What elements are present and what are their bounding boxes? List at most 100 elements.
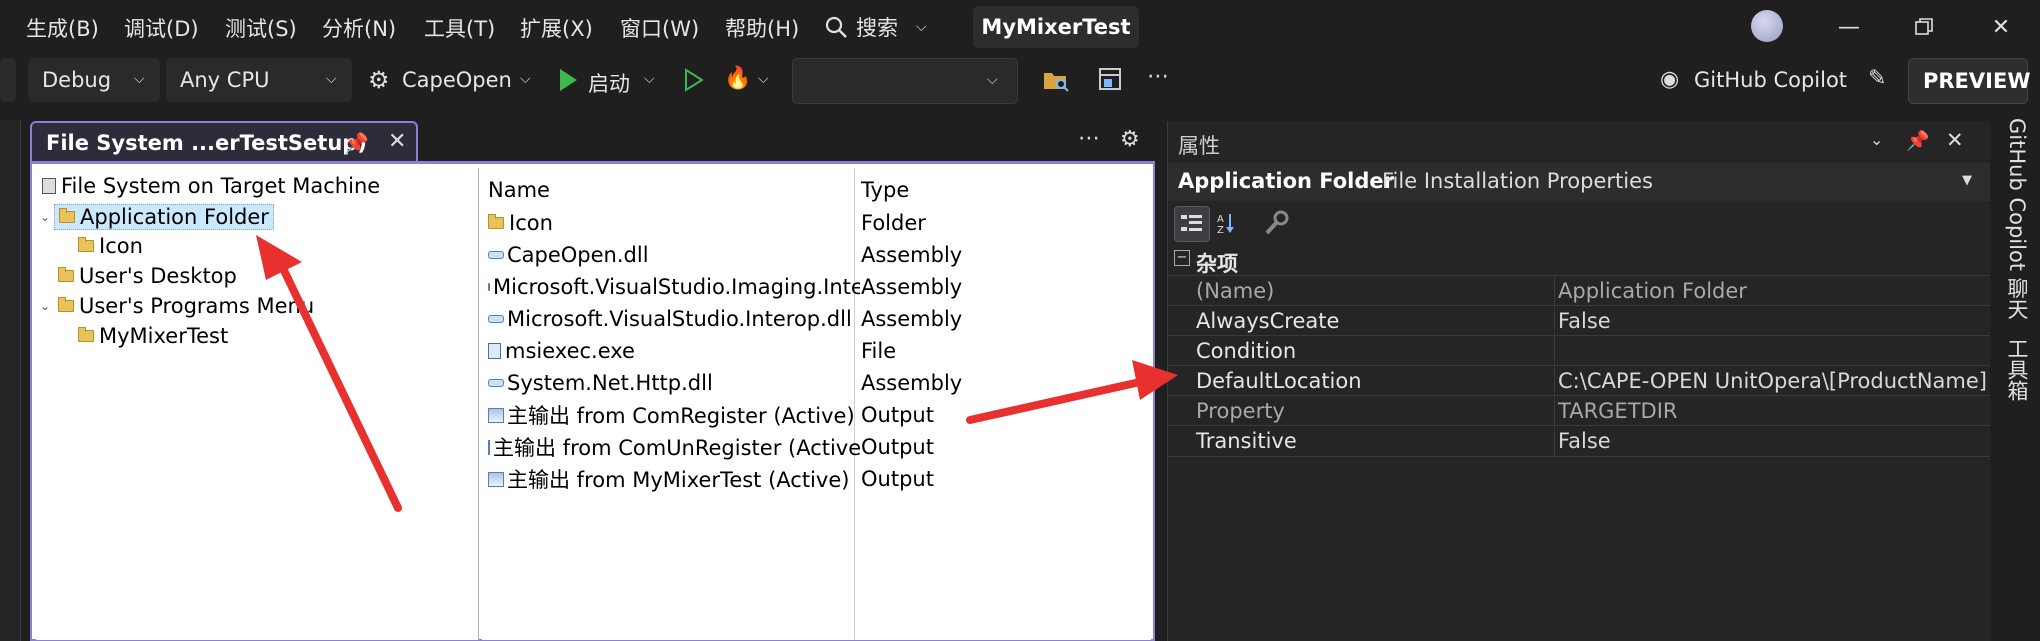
- left-tool-strip[interactable]: [0, 120, 21, 641]
- tree-node-label: Application Folder: [80, 205, 269, 229]
- close-window-button[interactable]: ✕: [1983, 10, 2019, 44]
- pin-icon[interactable]: 📌: [344, 131, 369, 155]
- file-row[interactable]: Icon Folder: [488, 208, 1148, 238]
- more-toolbar-button[interactable]: ⋯: [1140, 58, 1174, 102]
- file-row[interactable]: msiexec.exe File: [488, 336, 1148, 366]
- platform-dropdown[interactable]: Any CPU ⌵: [166, 58, 352, 102]
- file-name: Microsoft.VisualStudio.Imaging.Interop.1…: [493, 275, 860, 299]
- file-type: Assembly: [861, 371, 963, 395]
- menu-window[interactable]: 窗口(W): [620, 13, 699, 43]
- restore-button[interactable]: [1906, 10, 1942, 44]
- tree-node-label: File System on Target Machine: [61, 174, 381, 198]
- target-dropdown[interactable]: ⌵: [792, 58, 1018, 104]
- svg-text:A: A: [1217, 214, 1224, 225]
- chevron-down-icon: ⌵: [134, 71, 145, 87]
- close-icon[interactable]: ✕: [1946, 128, 1964, 152]
- menu-test[interactable]: 测试(S): [225, 13, 297, 43]
- close-icon: ✕: [1991, 14, 2011, 40]
- output-icon: [488, 407, 504, 423]
- tree-node-icon[interactable]: Icon: [78, 234, 143, 258]
- property-value: False: [1558, 309, 1611, 333]
- chevron-down-icon[interactable]: ⌄: [40, 299, 52, 313]
- category-row-misc[interactable]: − 杂项: [1168, 245, 1991, 276]
- categorized-button[interactable]: [1174, 206, 1210, 242]
- menu-help[interactable]: 帮助(H): [725, 13, 799, 43]
- hot-reload-button[interactable]: 🔥 ⌵: [718, 58, 782, 102]
- avatar[interactable]: [1751, 10, 1783, 42]
- file-row[interactable]: Microsoft.VisualStudio.Interop.dll Assem…: [488, 304, 1148, 334]
- property-name: Condition: [1196, 339, 1297, 363]
- chevron-down-icon[interactable]: ⌄: [40, 210, 52, 224]
- alphabetical-button[interactable]: AZ: [1212, 206, 1246, 240]
- column-header-type[interactable]: Type: [861, 178, 909, 202]
- file-row[interactable]: CapeOpen.dll Assembly: [488, 240, 1148, 270]
- dropdown-arrow-icon: ▼: [1962, 173, 1972, 188]
- start-debug-button[interactable]: 启动 ⌵: [552, 58, 662, 102]
- property-row-alwayscreate[interactable]: AlwaysCreate False: [1168, 305, 1991, 336]
- property-name: DefaultLocation: [1196, 369, 1362, 393]
- file-row[interactable]: 主输出 from MyMixerTest (Active) Output: [488, 464, 1148, 494]
- github-copilot-button[interactable]: ◉ GitHub Copilot: [1656, 58, 1856, 102]
- menu-build[interactable]: 生成(B): [26, 13, 99, 43]
- window-layout-button[interactable]: [1090, 58, 1130, 102]
- search-button[interactable]: 搜索 ⌵: [824, 11, 927, 43]
- more-icon[interactable]: ⋯: [1078, 126, 1100, 151]
- play-outline-icon: [685, 68, 704, 92]
- file-system-tree: File System on Target Machine ⌄ Applicat…: [36, 168, 479, 640]
- right-side-tabs: GitHub Copilot 聊天 工具箱: [1990, 110, 2040, 641]
- chevron-down-icon[interactable]: ⌄: [1870, 130, 1883, 149]
- folder-search-button[interactable]: [1036, 58, 1076, 102]
- menu-debug[interactable]: 调试(D): [124, 13, 199, 43]
- property-row-transitive[interactable]: Transitive False: [1168, 425, 1991, 457]
- property-row-property[interactable]: Property TARGETDIR: [1168, 395, 1991, 426]
- feedback-button[interactable]: ✎: [1862, 58, 1900, 102]
- menu-tools[interactable]: 工具(T): [424, 13, 495, 43]
- tree-node-users-programs-menu[interactable]: ⌄ User's Programs Menu: [40, 294, 314, 318]
- alphabetical-icon: AZ: [1217, 214, 1234, 235]
- pin-icon[interactable]: 📌: [1906, 129, 1930, 152]
- object-selector[interactable]: Application Folder File Installation Pro…: [1168, 163, 1991, 201]
- object-type: File Installation Properties: [1382, 169, 1653, 193]
- file-name: 主输出 from ComUnRegister (Active): [493, 436, 860, 460]
- file-type: Output: [861, 403, 934, 427]
- file-name: Icon: [509, 211, 553, 235]
- property-row-defaultlocation[interactable]: DefaultLocation C:\CAPE-OPEN UnitOpera\[…: [1168, 365, 1991, 396]
- start-without-debug-button[interactable]: [676, 58, 710, 102]
- property-value: C:\CAPE-OPEN UnitOpera\[ProductName]: [1558, 369, 1987, 393]
- startup-project-dropdown[interactable]: ⚙ CapeOpen ⌵: [360, 58, 546, 102]
- folder-search-icon: [1044, 73, 1069, 92]
- side-tab-copilot-chat[interactable]: GitHub Copilot 聊天: [2002, 118, 2032, 320]
- wrench-icon: [1265, 210, 1289, 235]
- tab-file-system[interactable]: File System ...erTestSetup) 📌 ✕: [30, 121, 418, 163]
- config-dropdown[interactable]: Debug ⌵: [28, 58, 160, 102]
- file-type: Output: [861, 435, 934, 459]
- file-type: Assembly: [861, 275, 963, 299]
- file-row[interactable]: System.Net.Http.dll Assembly: [488, 368, 1148, 398]
- collapse-icon[interactable]: −: [1174, 250, 1190, 266]
- tree-node-label: Icon: [99, 234, 143, 258]
- svg-text:Z: Z: [1217, 225, 1224, 235]
- chevron-down-icon: ⌵: [644, 71, 655, 87]
- gear-icon[interactable]: ⚙: [1120, 127, 1140, 152]
- tree-node-mymixertest[interactable]: MyMixerTest: [78, 324, 228, 348]
- menu-extensions[interactable]: 扩展(X): [520, 13, 593, 43]
- chevron-down-icon: ⌵: [987, 72, 998, 88]
- close-tab-icon[interactable]: ✕: [388, 129, 406, 154]
- preview-button[interactable]: PREVIEW: [1908, 58, 2030, 104]
- tree-node-users-desktop[interactable]: User's Desktop: [58, 264, 237, 288]
- minimize-button[interactable]: —: [1831, 10, 1867, 44]
- feedback-icon: ✎: [1868, 66, 1887, 91]
- file-row[interactable]: Microsoft.VisualStudio.Imaging.Interop.1…: [488, 272, 1148, 302]
- file-row[interactable]: 主输出 from ComRegister (Active) Output: [488, 400, 1148, 430]
- side-tab-toolbox[interactable]: 工具箱: [2002, 338, 2032, 401]
- tree-node-application-folder[interactable]: ⌄ Application Folder: [40, 204, 274, 230]
- property-row-condition[interactable]: Condition: [1168, 335, 1991, 366]
- column-header-name[interactable]: Name: [488, 178, 550, 202]
- file-row[interactable]: 主输出 from ComUnRegister (Active) Output: [488, 432, 1148, 462]
- file-name: 主输出 from ComRegister (Active): [507, 404, 855, 428]
- file-name: msiexec.exe: [505, 339, 635, 363]
- tree-node-root[interactable]: File System on Target Machine: [42, 174, 380, 198]
- property-pages-button[interactable]: [1260, 206, 1294, 240]
- menu-analyze[interactable]: 分析(N): [322, 13, 396, 43]
- property-row-name[interactable]: (Name) Application Folder: [1168, 275, 1991, 306]
